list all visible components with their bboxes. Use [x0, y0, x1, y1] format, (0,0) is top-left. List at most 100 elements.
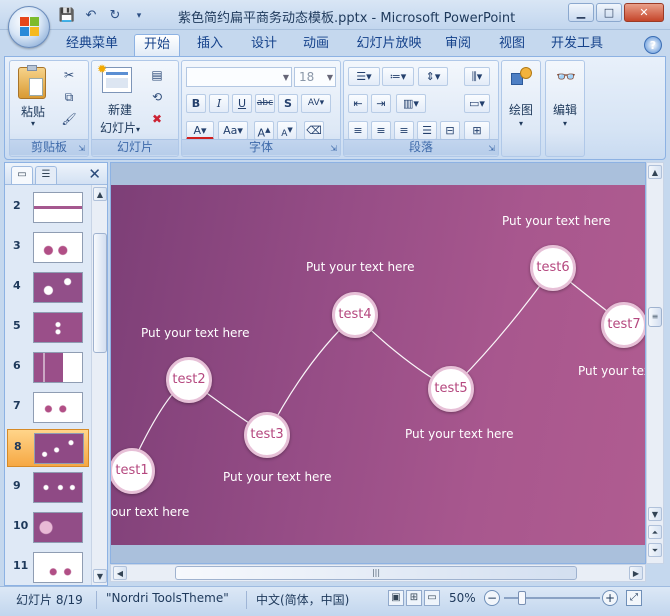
- tab-design[interactable]: 设计: [242, 34, 286, 56]
- scroll-thumb[interactable]: [93, 233, 107, 353]
- slide-thumb-5[interactable]: 5: [7, 309, 89, 347]
- columns-button[interactable]: ▥▾: [396, 94, 426, 113]
- next-slide-icon[interactable]: ⏷: [648, 543, 662, 557]
- tab-view[interactable]: 视图: [490, 34, 534, 56]
- tab-developer[interactable]: 开发工具: [546, 34, 608, 56]
- caption-test4[interactable]: Put your text here: [306, 260, 415, 274]
- distributed-button[interactable]: ⊟: [440, 121, 460, 140]
- previous-slide-icon[interactable]: ⏶: [648, 525, 662, 539]
- scroll-up-icon[interactable]: ▲: [93, 187, 107, 201]
- slideshow-view-icon[interactable]: ▭: [424, 590, 440, 606]
- slides-panel-scrollbar[interactable]: ▲ ▼: [91, 185, 107, 585]
- slide-thumb-4[interactable]: 4: [7, 269, 89, 307]
- slide-thumb-7[interactable]: 7: [7, 389, 89, 427]
- slide-thumb-6[interactable]: 6: [7, 349, 89, 387]
- help-icon[interactable]: ?: [644, 36, 662, 54]
- clear-formatting-icon[interactable]: ⌫: [304, 121, 324, 140]
- align-left-button[interactable]: ≡: [348, 121, 368, 140]
- tab-animation[interactable]: 动画: [294, 34, 338, 56]
- text-direction-button[interactable]: ⫼▾: [464, 67, 490, 86]
- font-name-combo[interactable]: ▼: [186, 67, 292, 87]
- slide-thumb-10[interactable]: 10: [7, 509, 89, 547]
- slide-thumb-3[interactable]: 3: [7, 229, 89, 267]
- slide-thumb-8[interactable]: 8: [7, 429, 89, 467]
- minimize-button[interactable]: ▁: [568, 3, 594, 22]
- node-test6[interactable]: test6: [530, 245, 576, 291]
- fit-to-window-icon[interactable]: ⤢: [626, 590, 642, 606]
- zoom-in-icon[interactable]: +: [602, 590, 618, 606]
- change-case-button[interactable]: Aa▾: [218, 121, 248, 140]
- increase-indent-button[interactable]: ⇥: [371, 94, 391, 113]
- drawing-group[interactable]: 绘图 ▾: [501, 60, 541, 157]
- delete-slide-icon[interactable]: ✖: [148, 111, 166, 127]
- font-color-button[interactable]: A▾: [186, 121, 214, 140]
- italic-button[interactable]: I: [209, 94, 229, 113]
- zoom-slider-thumb[interactable]: [518, 591, 526, 605]
- save-icon[interactable]: 💾: [58, 8, 76, 24]
- tab-review[interactable]: 审阅: [436, 34, 480, 56]
- new-slide-label-2[interactable]: 幻灯片▾: [94, 119, 146, 136]
- paragraph-launcher-icon[interactable]: ⇲: [488, 144, 495, 153]
- tab-slideshow[interactable]: 幻灯片放映: [352, 34, 426, 56]
- strikethrough-button[interactable]: abc: [255, 94, 275, 113]
- copy-icon[interactable]: ⧉: [60, 89, 78, 105]
- caption-test1[interactable]: our text here: [111, 505, 189, 519]
- caption-test5[interactable]: Put your text here: [405, 427, 514, 441]
- slide-thumb-9[interactable]: 9: [7, 469, 89, 507]
- caption-test3[interactable]: Put your text here: [223, 470, 332, 484]
- paste-button[interactable]: 粘贴: [16, 103, 50, 120]
- customize-qat-icon[interactable]: ▾: [130, 8, 148, 24]
- caption-test6[interactable]: Put your text here: [502, 214, 611, 228]
- reset-slide-icon[interactable]: ⟲: [148, 89, 166, 105]
- align-right-button[interactable]: ≡: [394, 121, 414, 140]
- theme-name[interactable]: "Nordri ToolsTheme": [106, 591, 229, 605]
- slides-tab-icon[interactable]: ▭: [11, 166, 33, 184]
- new-slide-icon[interactable]: ✹: [97, 62, 132, 93]
- normal-view-icon[interactable]: ▣: [388, 590, 404, 606]
- scroll-down-icon[interactable]: ▼: [93, 569, 107, 583]
- align-center-button[interactable]: ≡: [371, 121, 391, 140]
- scroll-left-icon[interactable]: ◀: [113, 566, 127, 580]
- slide-sorter-icon[interactable]: ⊞: [406, 590, 422, 606]
- tab-home[interactable]: 开始: [134, 34, 180, 56]
- node-test5[interactable]: test5: [428, 366, 474, 412]
- hscroll-thumb[interactable]: |||: [175, 566, 577, 580]
- node-test3[interactable]: test3: [244, 412, 290, 458]
- redo-icon[interactable]: ↻: [106, 8, 124, 24]
- align-text-button[interactable]: ▭▾: [464, 94, 490, 113]
- zoom-slider[interactable]: [504, 591, 600, 605]
- bullets-button[interactable]: ☰▾: [348, 67, 380, 86]
- zoom-level[interactable]: 50%: [449, 591, 476, 605]
- close-button[interactable]: ✕: [624, 3, 664, 22]
- slide-thumb-2[interactable]: 2: [7, 189, 89, 227]
- cut-icon[interactable]: ✂: [60, 67, 78, 83]
- slide-horizontal-scrollbar[interactable]: ◀ ||| ▶: [110, 564, 646, 582]
- tab-insert[interactable]: 插入: [188, 34, 232, 56]
- tab-classic-menu[interactable]: 经典菜单: [58, 34, 126, 56]
- maximize-button[interactable]: □: [596, 3, 622, 22]
- paste-dropdown-icon[interactable]: ▾: [16, 119, 50, 128]
- smartart-button[interactable]: ⊞: [464, 121, 490, 140]
- paste-icon[interactable]: [18, 65, 46, 99]
- clipboard-launcher-icon[interactable]: ⇲: [78, 144, 85, 153]
- shadow-button[interactable]: S: [278, 94, 298, 113]
- outline-tab-icon[interactable]: ☰: [35, 166, 57, 184]
- font-launcher-icon[interactable]: ⇲: [330, 144, 337, 153]
- scroll-right-icon[interactable]: ▶: [629, 566, 643, 580]
- decrease-indent-button[interactable]: ⇤: [348, 94, 368, 113]
- office-button[interactable]: [8, 6, 50, 48]
- undo-icon[interactable]: ↶: [82, 8, 100, 24]
- node-test7[interactable]: test7: [601, 302, 645, 348]
- zoom-out-icon[interactable]: −: [484, 590, 500, 606]
- slide-thumb-11[interactable]: 11: [7, 549, 89, 587]
- new-slide-label-1[interactable]: 新建: [96, 101, 144, 118]
- slide-vertical-scrollbar[interactable]: ▲ ≡ ▼ ⏶ ⏷: [646, 162, 664, 564]
- node-test4[interactable]: test4: [332, 292, 378, 338]
- editing-group[interactable]: 👓 编辑 ▾: [545, 60, 585, 157]
- scroll-down-icon[interactable]: ▼: [648, 507, 662, 521]
- numbering-button[interactable]: ≔▾: [382, 67, 414, 86]
- underline-button[interactable]: U: [232, 94, 252, 113]
- layout-icon[interactable]: ▤: [148, 67, 166, 83]
- node-test1[interactable]: test1: [111, 448, 155, 494]
- node-test2[interactable]: test2: [166, 357, 212, 403]
